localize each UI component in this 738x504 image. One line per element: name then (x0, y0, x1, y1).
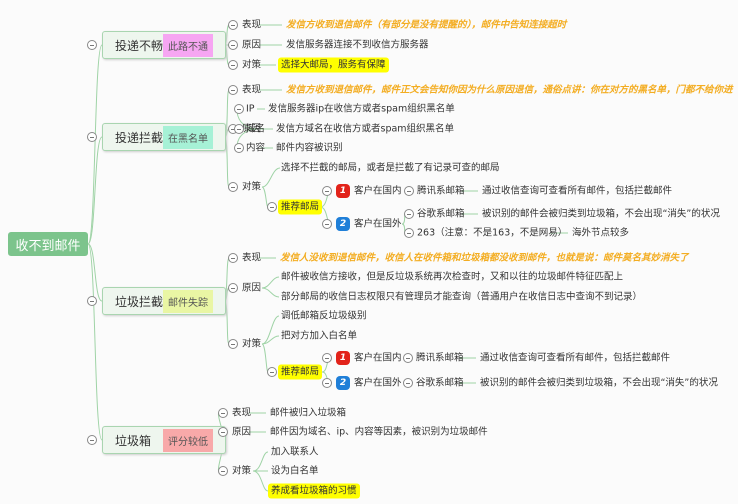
node-label: 对策 (232, 465, 252, 477)
branch-title: 投递拦截 (115, 130, 164, 145)
branch-title: 垃圾拦截 (115, 294, 164, 309)
priority-2-icon: 2 (336, 217, 350, 231)
branch-title: 垃圾箱 (115, 433, 152, 448)
priority-1-icon: 1 (336, 351, 350, 365)
branch-delivery-intercepted[interactable]: 投递拦截 在黑名单 (102, 123, 226, 151)
collapse-icon[interactable] (87, 40, 97, 50)
collapse-icon[interactable] (267, 202, 277, 212)
node-text-highlight: 选择大邮局，服务有保障 (278, 57, 389, 73)
node-text: 通过收信查询可查看所有邮件，包括拦截邮件 (480, 352, 671, 364)
collapse-icon[interactable] (87, 132, 97, 142)
branch-tag: 邮件失踪 (163, 289, 213, 313)
branch-title: 投递不畅 (115, 38, 164, 53)
node-text: 被识别的邮件会被归类到垃圾箱，不会出现“消失”的状况 (480, 377, 718, 389)
branch-delivery-blocked[interactable]: 投递不畅 此路不通 (102, 31, 226, 59)
node-text: 发信方域名在收信方或者spam组织黑名单 (276, 123, 455, 135)
node-label: 表现 (242, 19, 262, 31)
mindmap-canvas: 收不到邮件 投递不畅 此路不通 表现 发信方收到退信邮件（有部分是没有提醒的），… (0, 0, 738, 504)
collapse-icon[interactable] (404, 209, 414, 219)
collapse-icon[interactable] (322, 219, 332, 229)
collapse-icon[interactable] (322, 186, 332, 196)
node-label: 表现 (242, 84, 262, 96)
root-node[interactable]: 收不到邮件 (8, 232, 88, 256)
collapse-icon[interactable] (228, 339, 238, 349)
collapse-icon[interactable] (218, 427, 228, 437)
node-label: 原因 (242, 282, 262, 294)
node-text-highlight: 推荐邮局 (278, 364, 323, 380)
node-label: 原因 (242, 39, 262, 51)
node-label: 客户在国内 (354, 185, 402, 197)
node-label: 263（注意：不是163，不是网易） (417, 227, 568, 239)
collapse-icon[interactable] (267, 367, 277, 377)
node-text: 海外节点较多 (572, 227, 630, 239)
node-text: 加入联系人 (271, 446, 319, 458)
node-label: 谷歌系邮箱 (416, 377, 464, 389)
collapse-icon[interactable] (228, 253, 238, 263)
node-label: 对策 (242, 181, 262, 193)
node-text: 通过收信查询可查看所有邮件，包括拦截邮件 (482, 185, 673, 197)
node-text: 部分邮局的收信日志权限只有管理员才能查询（普通用户在收信日志中查询不到记录） (281, 291, 643, 303)
collapse-icon[interactable] (322, 378, 332, 388)
branch-spam-folder[interactable]: 垃圾箱 评分较低 (102, 426, 226, 454)
node-text: 发信方收到退信邮件，邮件正文会告知你因为什么原因退信，通俗点讲：你在对方的黑名单… (286, 84, 733, 96)
node-text-highlight: 养成看垃圾箱的习惯 (268, 483, 360, 499)
collapse-icon[interactable] (234, 124, 244, 134)
collapse-icon[interactable] (228, 60, 238, 70)
collapse-icon[interactable] (228, 85, 238, 95)
priority-2-icon: 2 (336, 376, 350, 390)
node-text: 发信人没收到退信邮件，收信人在收件箱和垃圾箱都没收到邮件，也就是说：邮件莫名其妙… (280, 252, 689, 264)
node-label: 腾讯系邮箱 (417, 185, 465, 197)
node-label: 腾讯系邮箱 (416, 352, 464, 364)
collapse-icon[interactable] (218, 466, 228, 476)
node-label: 对策 (242, 338, 262, 350)
collapse-icon[interactable] (228, 40, 238, 50)
collapse-icon[interactable] (228, 283, 238, 293)
branch-tag: 评分较低 (163, 428, 213, 452)
collapse-icon[interactable] (87, 296, 97, 306)
node-label: 表现 (232, 407, 252, 419)
node-text: 调低邮箱反垃圾级别 (281, 310, 367, 322)
node-label: 客户在国外 (354, 218, 402, 230)
collapse-icon[interactable] (234, 143, 244, 153)
collapse-icon[interactable] (228, 20, 238, 30)
node-text: 邮件被收信方接收，但是反垃圾系统再次检查时，又和以往的垃圾邮件特征匹配上 (281, 271, 624, 283)
branch-tag: 此路不通 (163, 33, 213, 57)
collapse-icon[interactable] (404, 228, 414, 238)
node-text: 选择不拦截的邮局，或者是拦截了有记录可查的邮局 (281, 162, 500, 174)
node-text-highlight: 推荐邮局 (278, 199, 323, 215)
collapse-icon[interactable] (403, 353, 413, 363)
node-label: 对策 (242, 59, 262, 71)
collapse-icon[interactable] (218, 408, 228, 418)
node-text: 发信服务器连接不到收信方服务器 (286, 39, 429, 51)
branch-tag: 在黑名单 (163, 125, 213, 149)
node-text: 邮件内容被识别 (276, 142, 343, 154)
node-text: 被识别的邮件会被归类到垃圾箱，不会出现“消失”的状况 (482, 208, 720, 220)
collapse-icon[interactable] (322, 353, 332, 363)
node-text: 发信服务器ip在收信方或者spam组织黑名单 (268, 103, 455, 115)
node-label: 原因 (232, 426, 252, 438)
collapse-icon[interactable] (404, 186, 414, 196)
node-text: 邮件因为域名、ip、内容等因素，被识别为垃圾邮件 (270, 426, 488, 438)
node-label: 内容 (246, 142, 266, 154)
collapse-icon[interactable] (228, 182, 238, 192)
collapse-icon[interactable] (87, 435, 97, 445)
node-text: 发信方收到退信邮件（有部分是没有提醒的），邮件中告知连接超时 (286, 19, 567, 31)
branch-spam-interception[interactable]: 垃圾拦截 邮件失踪 (102, 287, 226, 315)
node-text: 邮件被归入垃圾箱 (270, 407, 347, 419)
node-label: 客户在国外 (354, 377, 402, 389)
node-label: 表现 (242, 252, 262, 264)
node-text: 设为白名单 (271, 465, 319, 477)
node-label: IP (246, 103, 255, 115)
node-text: 把对方加入白名单 (281, 330, 358, 342)
collapse-icon[interactable] (234, 104, 244, 114)
node-label: 域名 (246, 123, 266, 135)
node-label: 谷歌系邮箱 (417, 208, 465, 220)
collapse-icon[interactable] (403, 378, 413, 388)
node-label: 客户在国内 (354, 352, 402, 364)
priority-1-icon: 1 (336, 184, 350, 198)
